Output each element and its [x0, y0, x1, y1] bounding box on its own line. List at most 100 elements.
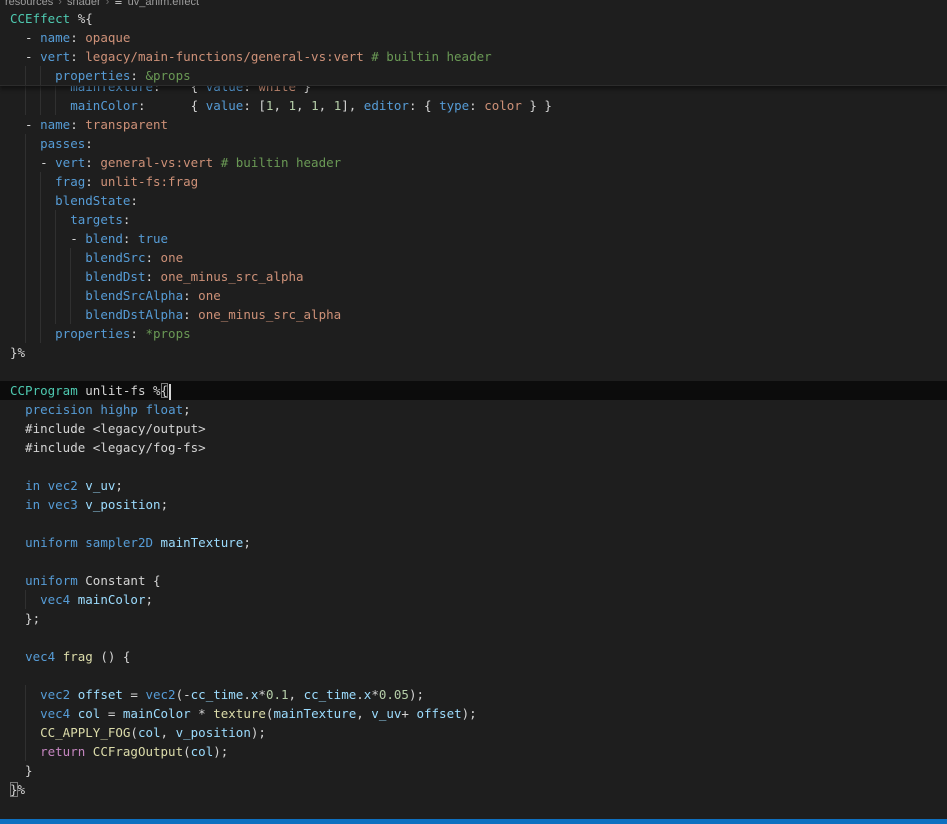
indent-guide: [25, 172, 27, 191]
code-line[interactable]: blendSrcAlpha: one: [0, 286, 947, 305]
code-line[interactable]: vec4 frag () {: [0, 647, 947, 666]
code-line[interactable]: #include <legacy/fog-fs>: [0, 438, 947, 457]
code-line[interactable]: CC_APPLY_FOG(col, v_position);: [0, 723, 947, 742]
breadcrumb-item[interactable]: shader: [67, 0, 101, 8]
code-token: :: [122, 212, 131, 227]
code-line[interactable]: properties: &props: [0, 66, 947, 85]
code-line[interactable]: [0, 457, 947, 476]
code-line[interactable]: uniform sampler2D mainTexture;: [0, 533, 947, 552]
code-token: (-: [175, 687, 191, 702]
code-token: vec2: [40, 687, 71, 702]
code-line[interactable]: blendSrc: one: [0, 248, 947, 267]
code-token: %{: [70, 11, 93, 26]
code-token: .: [243, 687, 251, 702]
code-line[interactable]: [0, 666, 947, 685]
breadcrumb: resources › shader › ≣ uv_anim.effect: [0, 0, 947, 9]
code-line[interactable]: mainColor: { value: [1, 1, 1, 1], editor…: [0, 96, 947, 115]
code-token: one_minus_src_alpha: [153, 269, 304, 284]
code-token: CCFragOutput: [92, 744, 184, 759]
code-line[interactable]: - name: transparent: [0, 115, 947, 134]
code-token: ;: [183, 402, 191, 417]
breadcrumb-item[interactable]: uv_anim.effect: [128, 0, 199, 8]
code-line[interactable]: properties: *props: [0, 324, 947, 343]
code-token: ;: [160, 497, 169, 512]
code-token: col: [137, 725, 161, 740]
indent-guide: [25, 723, 27, 742]
code-line[interactable]: uniform Constant {: [0, 571, 947, 590]
code-line[interactable]: vec4 col = mainColor * texture(mainTextu…: [0, 704, 947, 723]
code-line[interactable]: blendState:: [0, 191, 947, 210]
indent-guide: [25, 153, 27, 172]
code-line[interactable]: frag: unlit-fs:frag: [0, 172, 947, 191]
code-line[interactable]: - vert: legacy/main-functions/general-vs…: [0, 47, 947, 66]
indent-guide: [55, 286, 57, 305]
code-line[interactable]: vec2 offset = vec2(-cc_time.x*0.1, cc_ti…: [0, 685, 947, 704]
code-token: properties: [55, 68, 131, 83]
code-line[interactable]: precision highp float;: [0, 400, 947, 419]
code-line[interactable]: [0, 362, 947, 381]
code-line[interactable]: };: [0, 609, 947, 628]
code-line[interactable]: [0, 552, 947, 571]
code-token: :: [145, 269, 154, 284]
code-token: v_uv: [371, 706, 402, 721]
code-token: frag: [55, 174, 86, 189]
code-line[interactable]: [0, 628, 947, 647]
code-token: vec4: [40, 706, 71, 721]
breadcrumb-separator: ›: [105, 0, 110, 8]
code-line[interactable]: - vert: general-vs:vert # builtin header: [0, 153, 947, 172]
code-token: general-vs:vert: [92, 155, 221, 170]
code-line[interactable]: }: [0, 761, 947, 780]
code-token: true: [130, 231, 169, 246]
code-token: offset: [77, 687, 123, 702]
code-token: ;: [243, 535, 251, 550]
code-token: ,: [160, 725, 176, 740]
code-line[interactable]: CCEffect %{: [0, 9, 947, 28]
code-token: :: [85, 155, 93, 170]
code-token: opaque: [77, 30, 131, 45]
indent-guide: [55, 210, 57, 229]
code-token: 1: [311, 98, 319, 113]
code-line[interactable]: in vec2 v_uv;: [0, 476, 947, 495]
code-token: ;: [145, 592, 154, 607]
code-line[interactable]: return CCFragOutput(col);: [0, 742, 947, 761]
code-token: :: [70, 30, 78, 45]
code-token: mainColor: [77, 592, 146, 607]
code-line[interactable]: blendDst: one_minus_src_alpha: [0, 267, 947, 286]
status-bar: [0, 819, 947, 824]
indent-guide: [25, 229, 27, 248]
code-line[interactable]: }%: [0, 343, 947, 362]
code-line[interactable]: #include <legacy/output>: [0, 419, 947, 438]
code-line[interactable]: blendDstAlpha: one_minus_src_alpha: [0, 305, 947, 324]
sticky-scroll: CCEffect %{ - name: opaque - vert: legac…: [0, 9, 947, 86]
code-token: -: [10, 231, 86, 246]
code-token: transparent: [77, 117, 169, 132]
code-line[interactable]: targets:: [0, 210, 947, 229]
code-line[interactable]: CCProgram unlit-fs %{: [0, 381, 947, 400]
code-line[interactable]: in vec3 v_position;: [0, 495, 947, 514]
breadcrumb-item[interactable]: resources: [5, 0, 53, 8]
code-token: };: [10, 611, 41, 626]
code-token: (: [130, 725, 138, 740]
code-line[interactable]: [0, 514, 947, 533]
code-line[interactable]: }%: [0, 780, 947, 799]
code-token: #include <legacy/fog-fs>: [10, 440, 206, 455]
code-line[interactable]: passes:: [0, 134, 947, 153]
code-token: vec4: [40, 592, 71, 607]
code-token: col: [77, 706, 101, 721]
code-token: 1: [288, 98, 297, 113]
code-line[interactable]: - name: opaque: [0, 28, 947, 47]
code-token: col: [190, 744, 214, 759]
code-token: ;: [115, 478, 123, 493]
indent-guide: [40, 172, 42, 191]
code-token: blendSrc: [85, 250, 146, 265]
code-line[interactable]: - blend: true: [0, 229, 947, 248]
code-line[interactable]: vec4 mainColor;: [0, 590, 947, 609]
code-token: # builtin header: [371, 49, 492, 64]
